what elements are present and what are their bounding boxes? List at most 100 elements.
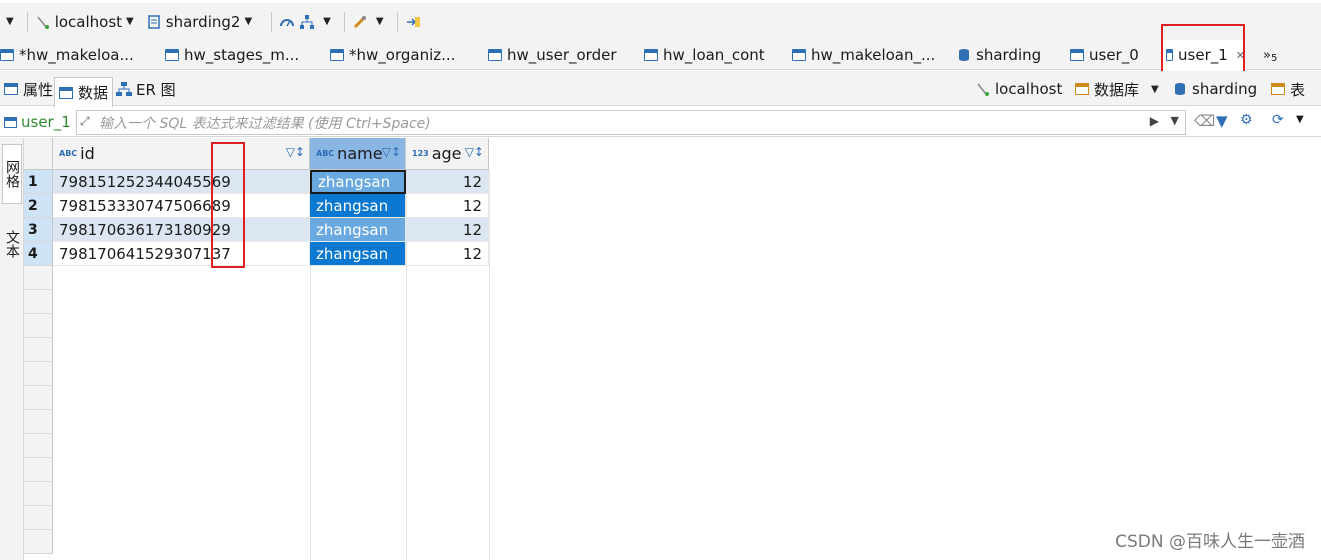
view-mode-strip: 网格 文本: [0, 138, 24, 560]
eraser-icon[interactable]: ⌫: [1194, 112, 1215, 130]
tab-label: user_0: [1089, 46, 1139, 64]
table-folder-icon: [1271, 83, 1285, 95]
tab-properties[interactable]: 属性: [0, 75, 57, 103]
empty-row-number: [24, 482, 53, 506]
network-icon[interactable]: [299, 14, 315, 30]
editor-tab-hw-organiz[interactable]: *hw_organiz...: [330, 40, 455, 70]
database-label: sharding2: [165, 12, 241, 31]
apply-filter-icon[interactable]: ▶: [1150, 114, 1159, 128]
empty-row-number: [24, 410, 53, 434]
cell-age[interactable]: 12: [406, 242, 489, 266]
cell-name[interactable]: zhangsan: [310, 242, 406, 266]
cell-age[interactable]: 12: [406, 194, 489, 218]
column-divider: [489, 170, 490, 560]
data-grid-icon: [59, 86, 73, 99]
tab-label: 属性: [23, 80, 54, 99]
run-rocket-icon[interactable]: [352, 14, 368, 30]
cell-age[interactable]: 12: [406, 218, 489, 242]
tab-text-view[interactable]: 文本: [2, 216, 22, 272]
toolbar-separator: [26, 11, 28, 32]
breadcrumb-databases[interactable]: 数据库 ▼: [1075, 75, 1165, 103]
tab-grid-view[interactable]: 网格: [2, 144, 22, 204]
tab-er-diagram[interactable]: ER 图: [112, 75, 180, 103]
table-icon: [165, 49, 179, 61]
filter-input[interactable]: ⤢ 输入一个 SQL 表达式来过滤结果 (使用 Ctrl+Space) ▶ ▼: [76, 110, 1186, 135]
main-toolbar: ▼ localhost ▼ sharding2 ▼ ▼ ▼: [0, 0, 1321, 40]
filter-funnel-icon[interactable]: ▼: [1216, 112, 1228, 130]
editor-tab-bar: *hw_makeloa... hw_stages_m... *hw_organi…: [0, 40, 1321, 70]
sort-filter-icon[interactable]: ▽↕: [465, 145, 484, 159]
sort-filter-icon[interactable]: ▽↕: [382, 145, 401, 159]
table-icon: [330, 49, 344, 61]
database-selector[interactable]: sharding2 ▼: [146, 13, 258, 31]
transaction-commit-icon[interactable]: [405, 14, 421, 30]
cell-id[interactable]: 798170636173180929: [53, 218, 310, 242]
refresh-icon[interactable]: ⟳: [1272, 112, 1284, 128]
column-header-age[interactable]: 123 age ▽↕: [406, 138, 489, 170]
editor-tab-hw-user-order[interactable]: hw_user_order: [488, 40, 617, 70]
chevron-down-icon[interactable]: ▼: [323, 16, 331, 27]
type-badge: ABC: [316, 149, 335, 158]
empty-row-number: [24, 266, 53, 290]
tab-label: hw_makeloan_...: [811, 46, 936, 64]
editor-tab-user-0[interactable]: user_0: [1070, 40, 1139, 70]
breadcrumb-database[interactable]: sharding: [1174, 75, 1257, 103]
cell-id[interactable]: 798170641529307137: [53, 242, 310, 266]
tab-label: 数据: [78, 84, 109, 102]
cell-age[interactable]: 12: [406, 170, 489, 194]
row-number[interactable]: 4: [24, 242, 53, 266]
column-header-name[interactable]: ABC name ▽↕: [310, 138, 406, 170]
editor-tab-sharding[interactable]: sharding: [958, 40, 1041, 70]
tab-label: hw_loan_cont: [663, 46, 765, 64]
column-header-id[interactable]: ABC id ▽↕: [53, 138, 310, 170]
chevron-down-icon[interactable]: ▼: [1296, 114, 1304, 125]
grid-corner[interactable]: [24, 138, 53, 170]
tab-label: hw_stages_m...: [184, 46, 300, 64]
table-icon: [488, 49, 502, 61]
editor-tab-hw-makeloan[interactable]: *hw_makeloa...: [0, 40, 134, 70]
annotation-highlight-box: [1161, 24, 1245, 74]
chevron-down-icon[interactable]: ▼: [1151, 84, 1159, 95]
toolbar-dropdown-caret[interactable]: ▼: [6, 16, 14, 27]
connection-selector[interactable]: localhost ▼: [35, 13, 140, 31]
connection-label: localhost: [54, 12, 123, 31]
more-tabs-count: 5: [1270, 52, 1278, 64]
database-icon: [959, 49, 969, 61]
toolbar-separator: [271, 11, 273, 32]
tab-data[interactable]: 数据: [54, 77, 114, 107]
cell-name[interactable]: zhangsan: [310, 194, 406, 218]
row-number[interactable]: 1: [24, 170, 53, 194]
column-name: age: [431, 144, 462, 163]
er-diagram-icon: [116, 82, 132, 96]
cell-name[interactable]: zhangsan: [310, 170, 406, 194]
filter-settings-icon[interactable]: ⚙: [1240, 112, 1253, 128]
column-name: id: [80, 144, 95, 163]
more-tabs-button[interactable]: » 5: [1263, 40, 1277, 70]
row-number[interactable]: 3: [24, 218, 53, 242]
empty-row-number: [24, 458, 53, 482]
cell-id[interactable]: 798151252344045569: [53, 170, 310, 194]
type-badge: ABC: [59, 149, 78, 158]
dashboard-gauge-icon[interactable]: [279, 14, 295, 30]
toolbar-separator: [343, 11, 345, 32]
column-name: name: [337, 144, 383, 163]
breadcrumb-host[interactable]: localhost: [975, 75, 1062, 103]
sort-filter-icon[interactable]: ▽↕: [286, 145, 305, 159]
empty-row-number: [24, 314, 53, 338]
editor-tab-hw-loan-cont[interactable]: hw_loan_cont: [644, 40, 765, 70]
editor-tab-hw-makeloan-2[interactable]: hw_makeloan_...: [792, 40, 935, 70]
chevron-down-icon[interactable]: ▼: [376, 16, 384, 27]
row-number[interactable]: 2: [24, 194, 53, 218]
text-view-label: 文本: [4, 230, 20, 258]
schema-icon: [148, 14, 160, 29]
toolbar-separator: [396, 11, 398, 32]
editor-tab-hw-stages[interactable]: hw_stages_m...: [165, 40, 299, 70]
cell-name[interactable]: zhangsan: [310, 218, 406, 242]
empty-row-number: [24, 434, 53, 458]
filter-history-chevron-icon[interactable]: ▼: [1171, 114, 1179, 127]
expand-icon[interactable]: ⤢: [80, 114, 90, 129]
cell-id[interactable]: 798153330747506689: [53, 194, 310, 218]
table-icon: [4, 116, 17, 128]
breadcrumb-tables[interactable]: 表: [1271, 75, 1305, 103]
more-tabs-chevron-icon: »: [1263, 47, 1271, 63]
